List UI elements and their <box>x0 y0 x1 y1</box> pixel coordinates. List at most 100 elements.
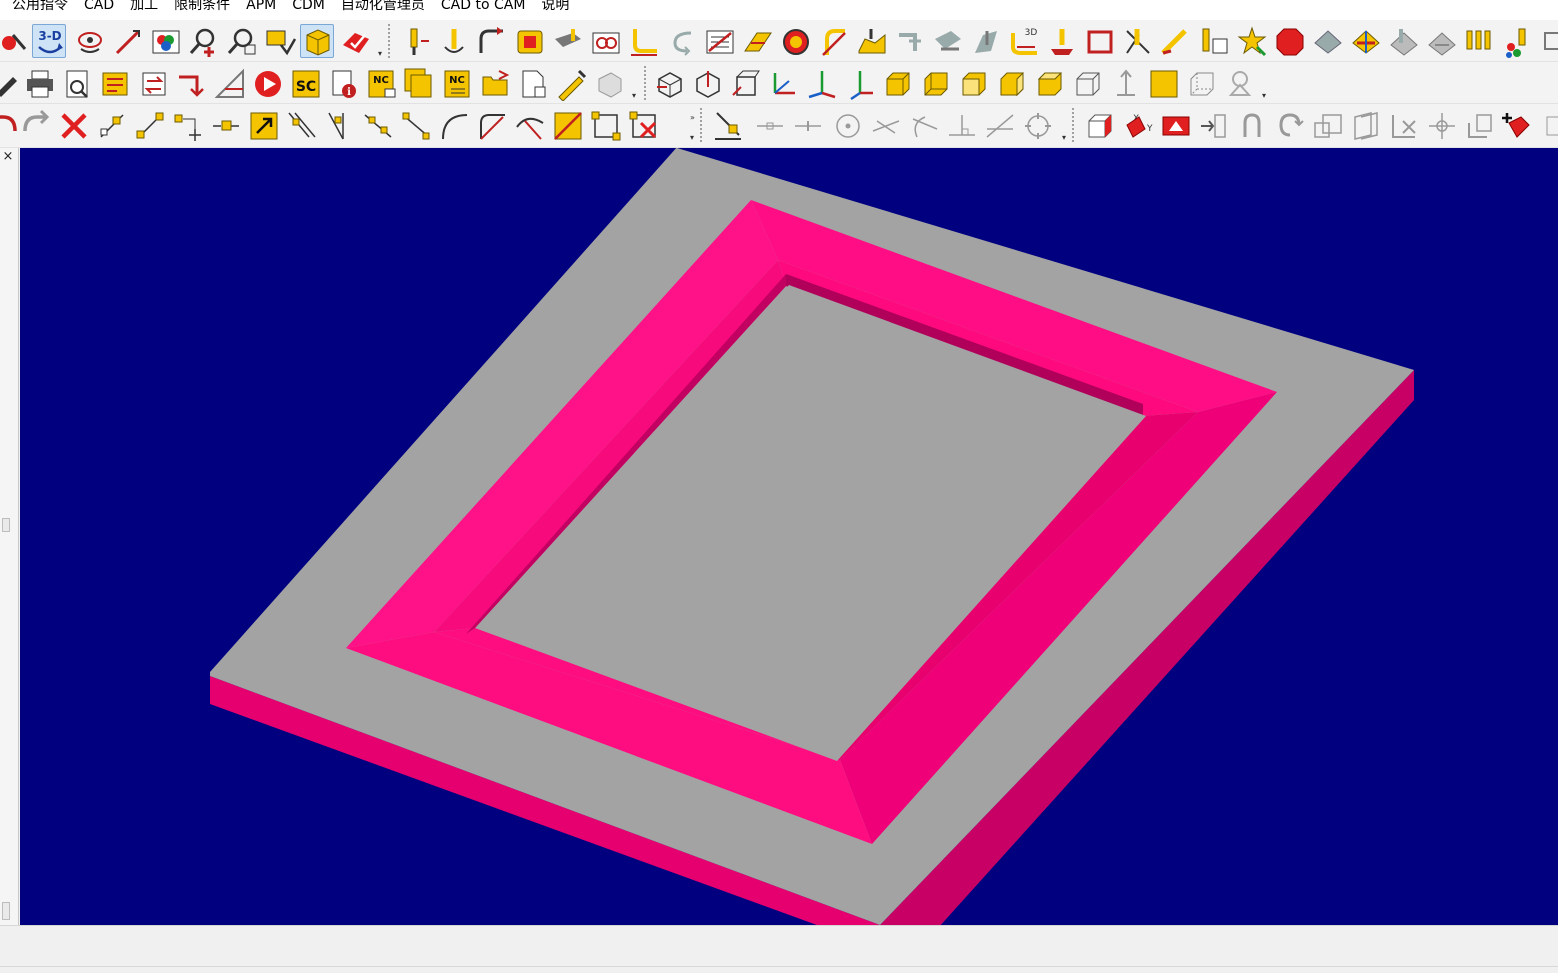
menu-cad-to-cam[interactable]: CAD to CAM <box>441 0 526 12</box>
line-two-points-button[interactable] <box>132 108 166 142</box>
fit-view-button[interactable] <box>262 24 297 58</box>
scale-button[interactable] <box>1310 108 1344 142</box>
axis-xz-button[interactable] <box>804 66 838 100</box>
toolbar-overflow-icon[interactable]: ▾ <box>378 50 386 58</box>
tool-library-button[interactable] <box>1196 24 1230 58</box>
print-button[interactable] <box>22 66 56 100</box>
snap-angle-button[interactable] <box>982 108 1016 142</box>
tool-assembly-button[interactable] <box>1500 24 1534 58</box>
line-parallel-button[interactable] <box>284 108 318 142</box>
view-left-button[interactable] <box>956 66 990 100</box>
delete-button[interactable] <box>56 108 90 142</box>
panel-bottom-handle[interactable] <box>2 902 10 920</box>
view-hidden-lines-button[interactable] <box>1184 66 1218 100</box>
record-button[interactable] <box>512 24 546 58</box>
multi-tool-button[interactable] <box>1462 24 1496 58</box>
delete-rectangle-button[interactable] <box>626 108 660 142</box>
rotate-button[interactable] <box>1272 108 1306 142</box>
line-angle-button[interactable] <box>360 108 394 142</box>
menu-machining[interactable]: 加工 <box>130 0 158 12</box>
setup-sheet-button[interactable] <box>212 66 246 100</box>
model-canvas[interactable] <box>20 148 1558 925</box>
contour-button[interactable] <box>626 24 660 58</box>
thread-button[interactable] <box>816 24 850 58</box>
post-process-button[interactable] <box>136 66 170 100</box>
csys-button[interactable]: XY <box>1120 108 1154 142</box>
simulate-stock-button[interactable] <box>1348 24 1382 58</box>
line-tangent-button[interactable] <box>398 108 432 142</box>
surface-tool-button[interactable] <box>550 24 584 58</box>
toolpath-button[interactable] <box>474 24 508 58</box>
sc-button[interactable]: SC <box>288 66 322 100</box>
corner-cleanup-button[interactable] <box>1120 24 1154 58</box>
menu-common-commands[interactable]: 公用指令 <box>12 0 68 12</box>
snap-quadrant-button[interactable] <box>1020 108 1054 142</box>
open-folder-button[interactable] <box>478 66 512 100</box>
graphics-viewport[interactable] <box>20 148 1558 925</box>
window-restore-button[interactable] <box>1538 24 1558 58</box>
plunge-button[interactable] <box>436 24 470 58</box>
run-simulation-button[interactable] <box>250 66 284 100</box>
engrave-button[interactable] <box>1158 24 1192 58</box>
view-front-button[interactable] <box>880 66 914 100</box>
spiral-button[interactable] <box>778 24 812 58</box>
solid-box-button[interactable] <box>1082 108 1116 142</box>
zoom-in-button[interactable] <box>186 24 220 58</box>
rectangle-diagonal-button[interactable] <box>550 108 584 142</box>
reverse-path-button[interactable] <box>664 24 698 58</box>
feature-detect-button[interactable] <box>1234 24 1268 58</box>
menu-cdm[interactable]: CDM <box>292 0 325 12</box>
shaded-model-button[interactable] <box>300 24 334 58</box>
select-tool-button[interactable] <box>0 24 28 58</box>
panel-splitter-handle[interactable] <box>2 518 10 532</box>
join-button[interactable] <box>1462 108 1496 142</box>
add-entity-button[interactable] <box>1500 108 1534 142</box>
transform-button[interactable] <box>1196 108 1230 142</box>
snap-center-button[interactable] <box>830 108 864 142</box>
arc-three-point-button[interactable] <box>512 108 546 142</box>
more-tools-button[interactable] <box>1538 108 1558 142</box>
fillet-button[interactable] <box>474 108 508 142</box>
snap-intersection-button[interactable] <box>868 108 902 142</box>
nc-file-button[interactable]: NC <box>364 66 398 100</box>
z-level-button[interactable] <box>740 24 774 58</box>
compare-stock-button[interactable] <box>1424 24 1458 58</box>
info-button[interactable]: i <box>326 66 360 100</box>
redo-button[interactable] <box>18 108 52 142</box>
point-center-button[interactable] <box>208 108 242 142</box>
edit-pencil-button[interactable] <box>554 66 588 101</box>
export-button[interactable] <box>174 66 208 100</box>
nc-batch-button[interactable] <box>402 66 436 100</box>
point-line-button[interactable] <box>94 108 128 142</box>
view-trimetric-button[interactable] <box>728 66 762 100</box>
view-normal-button[interactable] <box>1108 66 1142 100</box>
close-icon[interactable]: × <box>1 148 15 166</box>
drill-down-button[interactable] <box>1044 24 1078 58</box>
pen-tool-button[interactable] <box>0 66 24 100</box>
view-back-button[interactable] <box>918 66 952 100</box>
operation-list-button[interactable] <box>702 24 736 58</box>
wcs-button[interactable] <box>1158 108 1192 142</box>
finish-button[interactable] <box>892 24 926 58</box>
stock-box-button[interactable] <box>592 66 626 100</box>
print-preview-button[interactable] <box>60 66 94 100</box>
toolbar2-overflow-icon[interactable]: ▾ <box>632 92 640 100</box>
snap-midpoint-button[interactable] <box>790 108 824 142</box>
mirror-button[interactable] <box>1234 108 1268 142</box>
point-offset-button[interactable] <box>170 108 204 142</box>
menu-constraints[interactable]: 限制条件 <box>174 0 230 12</box>
new-document-button[interactable] <box>516 66 550 100</box>
view-top-button[interactable] <box>1032 66 1066 100</box>
undo-button[interactable] <box>0 108 20 142</box>
snap-line-button[interactable] <box>752 108 786 142</box>
nc-report-button[interactable]: NC <box>440 66 474 100</box>
toolbar3-mid-overflow-icon[interactable]: ▾ <box>1062 134 1070 142</box>
pocket-button[interactable] <box>588 24 622 58</box>
axis-xy-button[interactable] <box>766 66 800 100</box>
flow-line-button[interactable] <box>968 24 1002 58</box>
snap-endpoint-button[interactable] <box>710 108 744 142</box>
rest-material-button[interactable] <box>1386 24 1420 58</box>
toolbar3-overflow-icon[interactable]: ▾ <box>690 134 698 142</box>
break-button[interactable] <box>1424 108 1458 142</box>
tool-drill-button[interactable] <box>398 24 432 58</box>
